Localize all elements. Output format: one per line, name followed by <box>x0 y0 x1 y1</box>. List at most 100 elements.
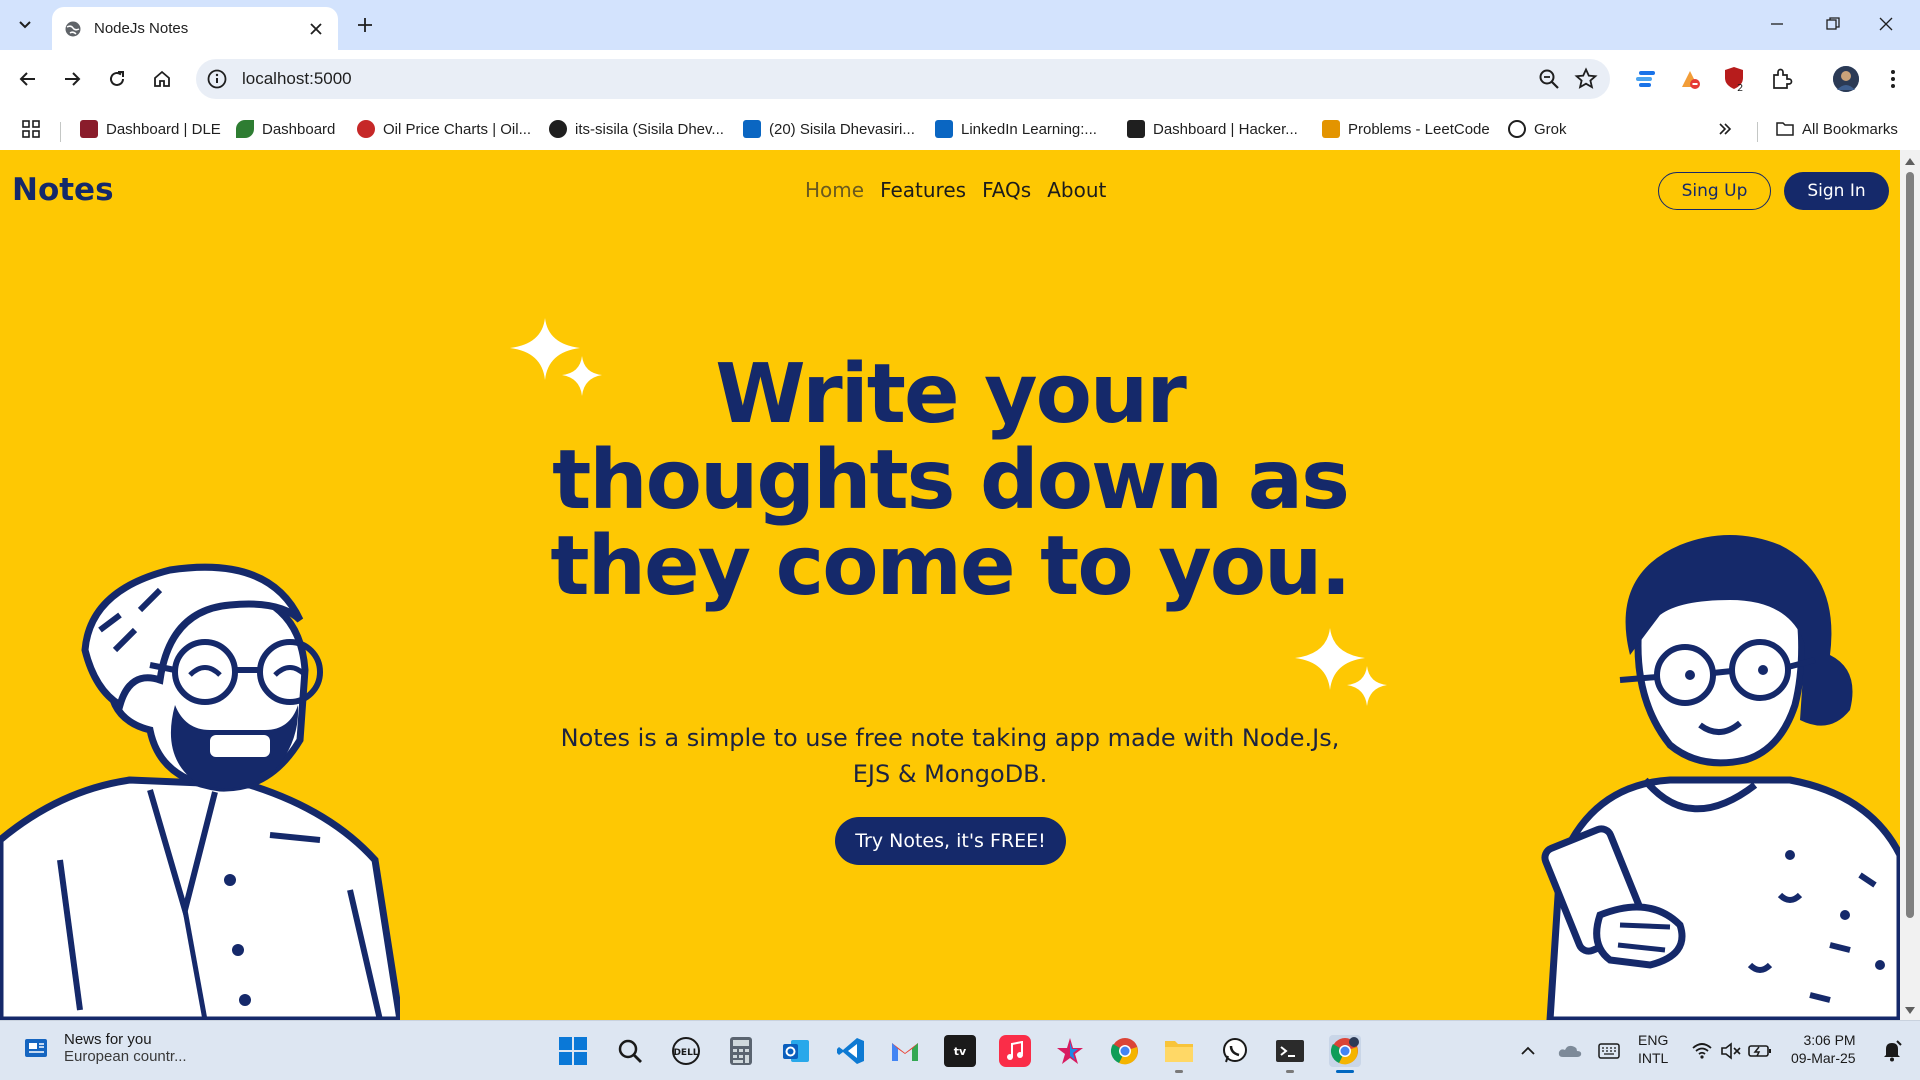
page-scrollbar[interactable] <box>1900 150 1920 1020</box>
bookmarks-bar: Dashboard | DLE Dashboard Oil Price Char… <box>0 108 1920 150</box>
leetcode-icon <box>1322 120 1340 138</box>
github-icon <box>549 120 567 138</box>
apps-grid-icon[interactable] <box>22 116 40 142</box>
zoom-icon[interactable] <box>1538 68 1560 90</box>
scroll-thumb[interactable] <box>1906 172 1914 918</box>
window-close-button[interactable] <box>1866 8 1906 40</box>
scroll-down-arrow-icon[interactable] <box>1905 1007 1915 1014</box>
clock[interactable]: 3:06 PM 09-Mar-25 <box>1791 1031 1856 1067</box>
dell-icon[interactable]: DELL <box>670 1035 702 1067</box>
windows-taskbar: News for you European countr... DELL tv <box>0 1020 1920 1080</box>
tab-title: NodeJs Notes <box>94 20 189 37</box>
news-title: News for you <box>64 1031 152 1048</box>
signin-button[interactable]: Sign In <box>1784 172 1889 210</box>
back-button[interactable] <box>11 62 45 96</box>
extensions-puzzle-icon[interactable] <box>1769 66 1795 92</box>
whatsapp-icon[interactable] <box>1219 1035 1251 1067</box>
extension-cookie-icon[interactable] <box>1677 66 1703 92</box>
keyboard-icon[interactable] <box>1594 1035 1624 1067</box>
chevron-up-icon[interactable] <box>1513 1035 1543 1067</box>
double-chevron-right-icon <box>1719 123 1732 135</box>
bookmark-item[interactable]: Dashboard | Hacker... <box>1127 116 1298 142</box>
grok-icon <box>1508 120 1526 138</box>
man-illustration <box>0 563 400 1020</box>
language-indicator[interactable]: ENG INTL <box>1638 1031 1668 1067</box>
start-icon[interactable] <box>557 1035 589 1067</box>
nav-link-features[interactable]: Features <box>880 178 966 202</box>
nav-link-home[interactable]: Home <box>805 178 864 202</box>
news-subtitle: European countr... <box>64 1048 187 1065</box>
home-icon <box>154 70 170 87</box>
apple-tv-icon[interactable]: tv <box>944 1035 976 1067</box>
gmail-icon[interactable] <box>889 1035 921 1067</box>
info-icon[interactable] <box>206 68 228 90</box>
bookmark-item[interactable]: Oil Price Charts | Oil... <box>357 116 531 142</box>
volume-muted-icon[interactable] <box>1717 1035 1745 1067</box>
plus-icon <box>358 18 372 32</box>
star-icon[interactable] <box>1574 67 1598 91</box>
tab-strip: NodeJs Notes <box>0 0 1920 50</box>
onedrive-icon[interactable] <box>1555 1035 1585 1067</box>
address-bar[interactable]: localhost:5000 <box>196 59 1610 99</box>
minimize-button[interactable] <box>1757 8 1797 40</box>
restore-icon <box>1826 17 1840 30</box>
chrome-icon[interactable] <box>1109 1035 1141 1067</box>
bookmark-item[interactable]: LinkedIn Learning:... <box>935 116 1097 142</box>
svg-text:DELL: DELL <box>673 1048 698 1058</box>
leaf-icon <box>236 120 254 138</box>
all-bookmarks-button[interactable]: All Bookmarks <box>1776 116 1898 142</box>
file-explorer-icon[interactable] <box>1163 1035 1195 1073</box>
scroll-up-arrow-icon[interactable] <box>1905 158 1915 165</box>
bookmark-item[interactable]: its-sisila (Sisila Dhev... <box>549 116 724 142</box>
bookmark-item[interactable]: Dashboard <box>236 116 335 142</box>
vscode-icon[interactable] <box>835 1035 867 1067</box>
bookmark-item[interactable]: (20) Sisila Dhevasiri... <box>743 116 915 142</box>
menu-kebab-icon[interactable] <box>1880 66 1906 92</box>
restore-button[interactable] <box>1813 8 1853 40</box>
active-indicator <box>1336 1070 1354 1073</box>
bookmark-item[interactable]: Dashboard | DLE <box>80 116 221 142</box>
bookmark-item[interactable]: Grok <box>1508 116 1567 142</box>
terminal-icon[interactable] <box>1274 1035 1306 1073</box>
try-notes-button[interactable]: Try Notes, it's FREE! <box>835 817 1066 865</box>
hackerrank-icon <box>1127 120 1145 138</box>
running-indicator <box>1286 1070 1294 1073</box>
calculator-icon[interactable] <box>725 1035 757 1067</box>
browser-tab[interactable]: NodeJs Notes <box>52 7 338 50</box>
news-widget[interactable]: News for you European countr... <box>22 1031 187 1065</box>
minimize-icon <box>1771 23 1783 25</box>
outlook-icon[interactable] <box>780 1035 812 1067</box>
home-button[interactable] <box>145 62 179 96</box>
chrome-profile-icon[interactable] <box>1329 1035 1361 1073</box>
reload-icon <box>110 71 124 86</box>
site-nav: Home Features FAQs About <box>805 178 1106 202</box>
nav-link-about[interactable]: About <box>1047 178 1106 202</box>
extension-stripes-icon[interactable] <box>1633 66 1659 92</box>
bookmarks-separator <box>1757 122 1758 142</box>
battery-icon[interactable] <box>1746 1035 1774 1067</box>
search-icon[interactable] <box>614 1035 646 1067</box>
site-logo[interactable]: Notes <box>12 172 114 208</box>
tab-search-button[interactable] <box>10 12 40 38</box>
reload-button[interactable] <box>100 62 134 96</box>
hero-title: Write your thoughts down as they come to… <box>550 347 1351 614</box>
tab-close-button[interactable] <box>306 19 326 39</box>
profile-avatar-icon[interactable] <box>1833 66 1859 92</box>
bookmark-item[interactable]: Problems - LeetCode <box>1322 116 1490 142</box>
forward-button[interactable] <box>55 62 89 96</box>
signup-button[interactable]: Sing Up <box>1658 172 1771 210</box>
apple-music-icon[interactable] <box>999 1035 1031 1067</box>
app-star-icon[interactable] <box>1054 1035 1086 1067</box>
running-indicator <box>1175 1070 1183 1073</box>
arrow-right-icon <box>65 72 81 86</box>
bookmarks-separator <box>60 122 61 142</box>
nav-link-faqs[interactable]: FAQs <box>982 178 1031 202</box>
bookmarks-overflow-button[interactable] <box>1718 116 1732 142</box>
extension-shield-icon[interactable]: 2 <box>1721 66 1747 92</box>
wifi-icon[interactable] <box>1688 1035 1716 1067</box>
new-tab-button[interactable] <box>352 12 378 38</box>
chevron-down-icon <box>19 21 31 29</box>
notification-bell-icon[interactable] <box>1878 1035 1906 1067</box>
close-icon <box>310 22 322 35</box>
url-text[interactable]: localhost:5000 <box>242 69 352 89</box>
